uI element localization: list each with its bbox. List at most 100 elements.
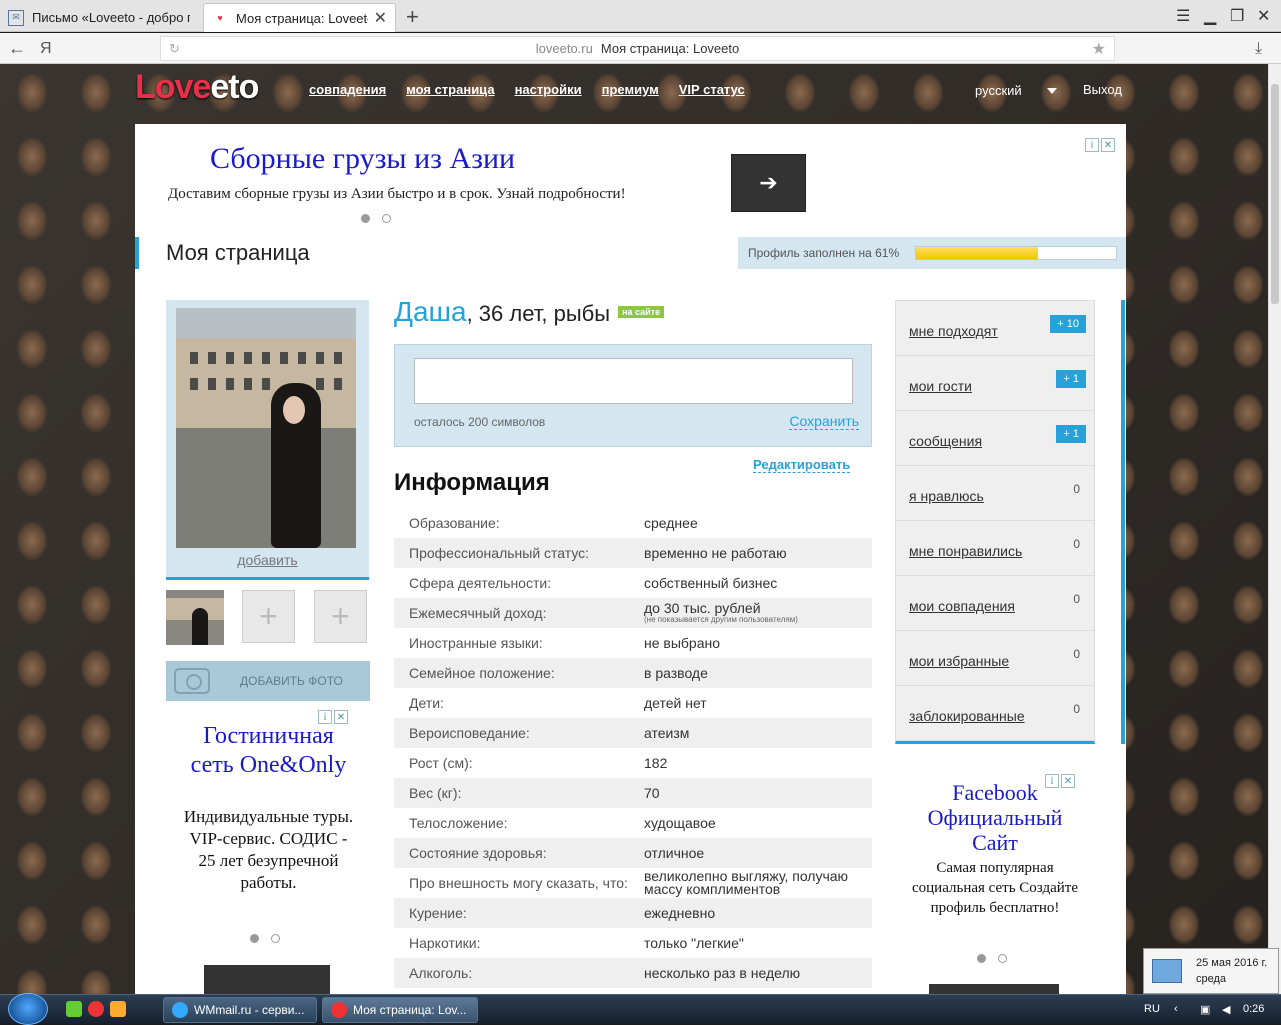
info-key: Алкоголь:: [409, 965, 473, 981]
nav-my-page[interactable]: моя страница: [406, 82, 494, 97]
menu-icon[interactable]: ☰: [1176, 6, 1190, 26]
pager-dot[interactable]: [271, 934, 280, 943]
scrollbar-thumb[interactable]: [1271, 84, 1279, 304]
info-key: Вероисповедание:: [409, 725, 530, 741]
info-value: несколько раз в неделю: [644, 966, 872, 980]
side-menu-count: 0: [1073, 537, 1080, 551]
pager-dot[interactable]: [361, 214, 370, 223]
volume-icon[interactable]: ◀: [1222, 1003, 1230, 1016]
info-row: Про внешность могу сказать, что: великоле…: [394, 868, 872, 898]
tab-mail[interactable]: ✉ Письмо «Loveeto - добро по: [0, 3, 198, 32]
side-menu-item[interactable]: мои совпадения 0: [896, 576, 1094, 631]
status-input[interactable]: [414, 358, 853, 404]
ad-button[interactable]: [929, 984, 1059, 994]
status-box: осталось 200 символов Сохранить: [394, 344, 872, 447]
profile-heading: Даша , 36 лет, рыбы на сайте: [394, 296, 665, 328]
info-value-text: собственный бизнес: [644, 574, 778, 591]
taskbar-item-loveeto[interactable]: Моя страница: Lov...: [322, 997, 478, 1023]
side-menu-item[interactable]: я нравлюсь 0: [896, 466, 1094, 521]
side-menu-label[interactable]: заблокированные: [909, 708, 1025, 724]
info-key: Иностранные языки:: [409, 635, 543, 651]
language-value: русский: [975, 82, 1022, 98]
empty-photo-slot[interactable]: +: [242, 590, 295, 643]
ad-info-icon[interactable]: i: [1085, 138, 1099, 152]
info-value-text: в разводе: [644, 664, 708, 681]
info-row: Сфера деятельности: собственный бизнес: [394, 568, 872, 598]
reload-icon[interactable]: ↻: [169, 41, 180, 57]
start-button[interactable]: [8, 993, 48, 1025]
ad-headline[interactable]: Гостиничная сеть One&Only: [181, 722, 356, 780]
language-indicator[interactable]: RU: [1144, 1003, 1160, 1015]
nav-premium[interactable]: премиум: [602, 82, 659, 97]
pager-dot[interactable]: [250, 934, 259, 943]
vertical-scrollbar[interactable]: [1268, 64, 1281, 994]
loveeto-logo[interactable]: Loveeto: [135, 68, 259, 107]
quicklaunch-icon[interactable]: [66, 1001, 82, 1017]
side-menu-label[interactable]: мои гости: [909, 378, 972, 394]
ad-banner-top[interactable]: Сборные грузы из Азии Доставим сборные г…: [135, 124, 1126, 234]
nav-settings[interactable]: настройки: [515, 82, 582, 97]
side-menu-label[interactable]: сообщения: [909, 433, 982, 449]
tab-loveeto[interactable]: ♥ Моя страница: Loveeto ✕: [203, 3, 396, 32]
profile-photo[interactable]: [176, 308, 356, 548]
progress-fill: [916, 247, 1038, 259]
side-menu-label[interactable]: мне понравились: [909, 543, 1022, 559]
page-title: Моя страница: [135, 237, 735, 269]
bookmark-star-icon[interactable]: ★: [1092, 39, 1106, 59]
ad-right[interactable]: i ✕ Facebook Официальный Сайт Самая попул…: [895, 774, 1099, 994]
url-field[interactable]: ↻ loveeto.ru Моя страница: Loveeto ★: [160, 36, 1115, 61]
info-value-text: не выбрано: [644, 634, 721, 651]
info-row: Алкоголь: несколько раз в неделю: [394, 958, 872, 988]
restore-icon[interactable]: ❐: [1230, 6, 1244, 26]
empty-photo-slot[interactable]: +: [314, 590, 367, 643]
yandex-icon[interactable]: Я: [40, 40, 52, 58]
pager-dot[interactable]: [382, 214, 391, 223]
ad-headline[interactable]: Facebook Официальный Сайт: [905, 780, 1085, 855]
info-key: Образование:: [409, 515, 500, 531]
info-value: 70: [644, 786, 872, 800]
yandex-browser-icon[interactable]: [88, 1001, 104, 1017]
add-photo-link[interactable]: добавить: [166, 552, 369, 568]
taskbar-item-wmmail[interactable]: WMmail.ru - серви...: [163, 997, 317, 1023]
logout-link[interactable]: Выход: [1083, 82, 1122, 97]
edit-info-link[interactable]: Редактировать: [753, 457, 851, 473]
ad-headline[interactable]: Сборные грузы из Азии: [210, 142, 515, 176]
clock[interactable]: 0:26: [1243, 1003, 1264, 1015]
logo-love: Love: [135, 68, 211, 106]
minimize-icon[interactable]: ▁: [1204, 6, 1216, 26]
side-menu-label[interactable]: мои совпадения: [909, 598, 1015, 614]
progress-label: Профиль заполнен на 61%: [748, 246, 900, 260]
photo-thumbnail[interactable]: [166, 590, 224, 645]
download-icon[interactable]: ⤓: [1255, 40, 1262, 58]
language-select[interactable]: русский: [965, 76, 1065, 104]
close-window-icon[interactable]: ✕: [1257, 6, 1270, 26]
info-row: Курение: ежедневно: [394, 898, 872, 928]
network-icon[interactable]: ▣: [1200, 1003, 1210, 1016]
ad-left[interactable]: i ✕ Гостиничная сеть One&Only Индивидуаль…: [166, 710, 370, 994]
pager-dot[interactable]: [998, 954, 1007, 963]
side-menu-item[interactable]: сообщения + 1: [896, 411, 1094, 466]
add-photo-button[interactable]: ДОБАВИТЬ ФОТО: [166, 661, 370, 701]
nav-vip[interactable]: VIP статус: [679, 82, 745, 97]
side-menu-item[interactable]: мне подходят + 10: [896, 301, 1094, 356]
save-status-link[interactable]: Сохранить: [789, 413, 859, 430]
media-player-icon[interactable]: [110, 1001, 126, 1017]
close-tab-icon[interactable]: ✕: [374, 8, 387, 28]
profile-name: Даша: [394, 296, 467, 327]
nav-matches[interactable]: совпадения: [309, 82, 386, 97]
side-menu-item[interactable]: мне понравились 0: [896, 521, 1094, 576]
pager-dot[interactable]: [977, 954, 986, 963]
info-value: атеизм: [644, 726, 872, 740]
side-menu-label[interactable]: мне подходят: [909, 323, 998, 339]
side-menu-item[interactable]: мои гости + 1: [896, 356, 1094, 411]
side-menu-item[interactable]: заблокированные 0: [896, 686, 1094, 741]
tray-expand-icon[interactable]: ‹: [1174, 1003, 1178, 1015]
ad-button[interactable]: [204, 965, 330, 994]
back-icon[interactable]: ←: [8, 38, 26, 59]
ad-close-icon[interactable]: ✕: [1101, 138, 1115, 152]
ad-arrow-button[interactable]: ➔: [731, 154, 806, 212]
side-menu-item[interactable]: мои избранные 0: [896, 631, 1094, 686]
side-menu-label[interactable]: мои избранные: [909, 653, 1009, 669]
side-menu-label[interactable]: я нравлюсь: [909, 488, 984, 504]
new-tab-icon[interactable]: +: [406, 4, 419, 30]
